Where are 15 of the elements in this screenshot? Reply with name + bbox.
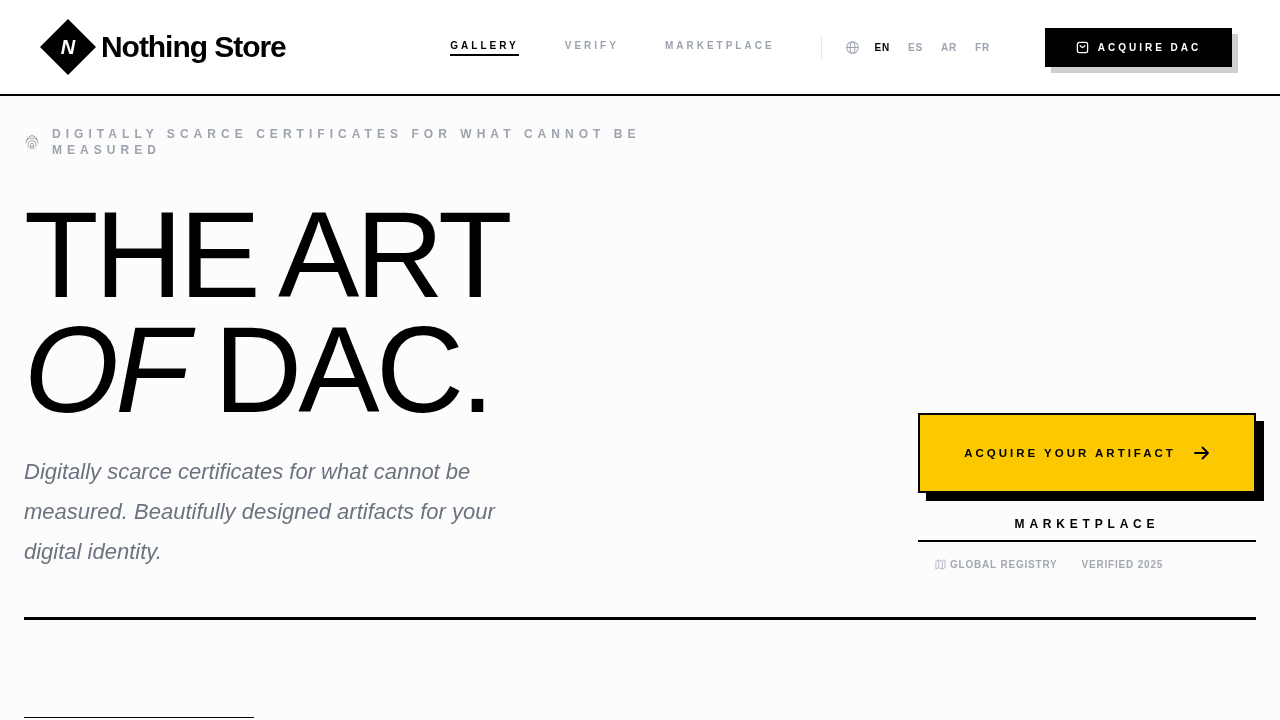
fingerprint-icon — [24, 134, 40, 150]
logo-mark[interactable]: N — [40, 19, 96, 75]
globe-icon — [845, 40, 859, 54]
nav-link[interactable]: GALLERY — [450, 38, 519, 56]
map-icon — [935, 559, 946, 570]
stat-label: GLOBAL REGISTRY — [950, 559, 1058, 570]
hero-headline: THE ART OF DAC. — [24, 198, 511, 428]
hero-description: Digitally scarce certificates for what cannot be measured. Beautifully designed artifacts for your digital identity. — [24, 458, 497, 566]
logo-text[interactable]: Nothing Store — [101, 32, 286, 62]
language-option[interactable]: EN — [874, 41, 891, 53]
arrow-right-icon — [1193, 446, 1210, 460]
tagline-text: DIGITALLY SCARCE CERTIFICATES FOR WHAT CANNOT BE MEASURED — [52, 126, 642, 158]
bag-icon — [1075, 40, 1089, 54]
marketplace-link[interactable]: MARKETPLACE — [918, 517, 1256, 542]
stat-label: VERIFIED 2025 — [1081, 559, 1164, 570]
